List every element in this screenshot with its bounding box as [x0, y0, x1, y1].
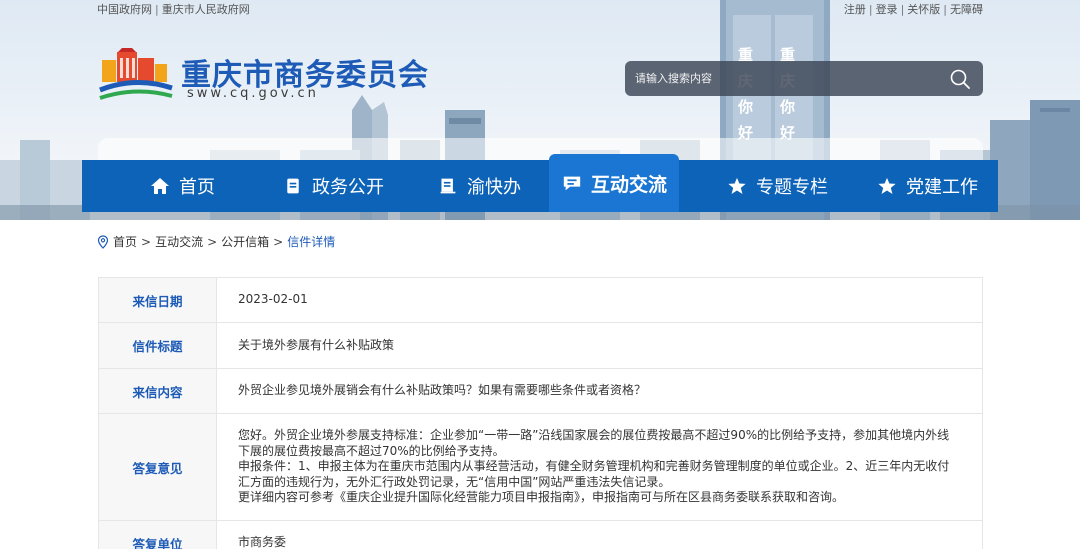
chat-icon — [561, 172, 583, 194]
svg-text:你: 你 — [779, 98, 795, 116]
breadcrumb-current: 信件详情 — [287, 235, 336, 249]
register-link[interactable]: 注册 — [844, 3, 866, 16]
reply-paragraph: 您好。外贸企业境外参展支持标准：企业参加“一带一路”沿线国家展会的展位费按最高不… — [238, 428, 950, 458]
reply-paragraph: 申报条件：1、申报主体为在重庆市范围内从事经营活动，有健全财务管理机构和完善财务… — [238, 459, 950, 489]
breadcrumb-interaction[interactable]: 互动交流 — [155, 233, 203, 250]
breadcrumb: 首页 > 互动交流 > 公开信箱 > 信件详情 — [97, 233, 335, 250]
table-row: 答复单位 市商务委 — [98, 520, 983, 549]
site-logo-icon[interactable] — [98, 46, 174, 104]
site-domain: sww.cq.gov.cn — [187, 86, 319, 101]
nav-label: 渝快办 — [467, 177, 521, 198]
document-icon — [282, 175, 304, 197]
title-label: 信件标题 — [98, 322, 217, 369]
reply-value: 您好。外贸企业境外参展支持标准：企业参加“一带一路”沿线国家展会的展位费按最高不… — [216, 413, 983, 521]
search-box — [625, 61, 983, 96]
nav-label: 党建工作 — [906, 177, 978, 198]
link-cq-gov[interactable]: 重庆市人民政府网 — [162, 3, 250, 16]
unit-label: 答复单位 — [98, 520, 217, 549]
nav-label: 首页 — [179, 177, 215, 198]
letter-detail-table: 来信日期 2023-02-01 信件标题 关于境外参展有什么补贴政策 来信内容 … — [98, 277, 983, 549]
nav-label: 互动交流 — [590, 173, 667, 196]
nav-item-yukuaiban[interactable]: 渝快办 — [414, 160, 544, 212]
content-value: 外贸企业参见境外展销会有什么补贴政策吗？如果有需要哪些条件或者资格？ — [216, 368, 983, 414]
table-row: 答复意见 您好。外贸企业境外参展支持标准：企业参加“一带一路”沿线国家展会的展位… — [98, 413, 983, 521]
breadcrumb-public-mailbox[interactable]: 公开信箱 — [221, 233, 269, 250]
breadcrumb-home[interactable]: 首页 — [113, 233, 137, 250]
main-nav: 首页 政务公开 渝快办 互动交流 专题专栏 党建工作 — [82, 154, 998, 212]
svg-text:你: 你 — [737, 98, 753, 116]
table-row: 信件标题 关于境外参展有什么补贴政策 — [98, 322, 983, 369]
nav-item-home[interactable]: 首页 — [122, 160, 242, 212]
list-icon — [437, 175, 459, 197]
nav-item-gov-affairs[interactable]: 政务公开 — [258, 160, 408, 212]
home-icon — [149, 175, 171, 197]
reply-label: 答复意见 — [98, 413, 217, 521]
content-label: 来信内容 — [98, 368, 217, 414]
nav-item-interaction[interactable]: 互动交流 — [549, 154, 679, 212]
star-icon — [876, 175, 898, 197]
search-input[interactable] — [635, 61, 935, 96]
table-row: 来信日期 2023-02-01 — [98, 277, 983, 323]
nav-label: 专题专栏 — [756, 177, 828, 198]
search-icon[interactable] — [949, 68, 971, 90]
nav-item-party-building[interactable]: 党建工作 — [852, 160, 1002, 212]
top-utility-bar: 中国政府网 | 重庆市人民政府网 注册 | 登录 | 关怀版 | 无障碍 — [97, 3, 983, 16]
unit-value: 市商务委 — [216, 520, 983, 549]
reply-paragraph: 更详细内容可参考《重庆企业提升国际化经营能力项目申报指南》，申报指南可与所在区县… — [238, 490, 845, 505]
date-label: 来信日期 — [98, 277, 217, 323]
login-link[interactable]: 登录 — [876, 3, 898, 16]
accessibility-link[interactable]: 无障碍 — [950, 3, 983, 16]
title-value: 关于境外参展有什么补贴政策 — [216, 322, 983, 369]
nav-item-special-topics[interactable]: 专题专栏 — [702, 160, 852, 212]
location-pin-icon — [97, 234, 109, 249]
nav-label: 政务公开 — [312, 177, 384, 198]
link-gov-cn[interactable]: 中国政府网 — [97, 3, 152, 16]
star-icon — [726, 175, 748, 197]
table-row: 来信内容 外贸企业参见境外展销会有什么补贴政策吗？如果有需要哪些条件或者资格？ — [98, 368, 983, 414]
date-value: 2023-02-01 — [216, 277, 983, 323]
care-mode-link[interactable]: 关怀版 — [907, 3, 940, 16]
